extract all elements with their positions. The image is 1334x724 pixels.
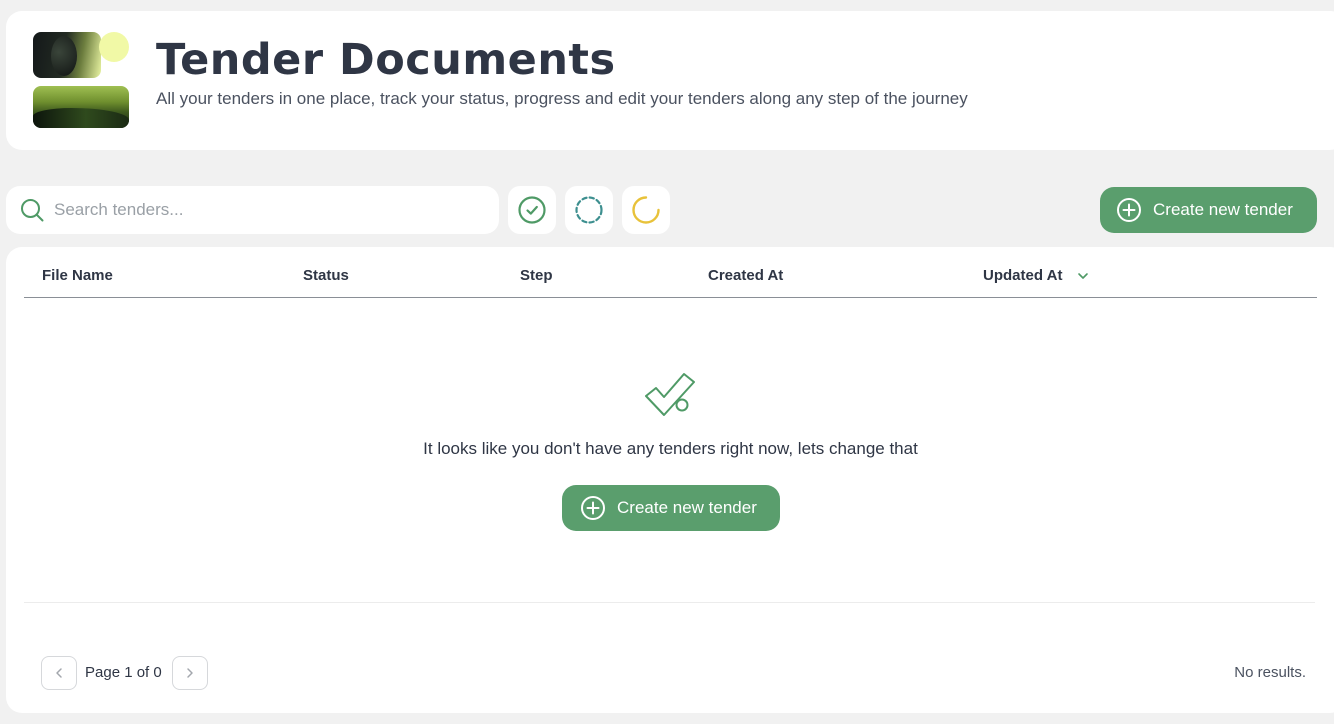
- search-box[interactable]: [6, 186, 499, 234]
- loading-circle-icon: [632, 196, 660, 224]
- dashed-circle-icon: [575, 196, 603, 224]
- page-indicator: Page 1 of 0: [85, 664, 162, 681]
- chevron-right-icon: [187, 668, 193, 678]
- brand-logo: [33, 32, 129, 128]
- chevron-down-icon: [1077, 273, 1088, 279]
- empty-check-icon: [645, 373, 695, 416]
- table-header-divider: [24, 297, 1317, 298]
- chevron-left-icon: [56, 668, 62, 678]
- create-tender-button-label: Create new tender: [1153, 200, 1293, 219]
- plus-circle-icon: [581, 496, 605, 520]
- logo-image-top: [33, 32, 101, 78]
- filter-in-progress-button[interactable]: [622, 186, 670, 234]
- filter-draft-button[interactable]: [565, 186, 613, 234]
- tenders-table: File Name Status Step Created At Updated…: [6, 247, 1334, 713]
- column-header-step[interactable]: Step: [520, 267, 553, 284]
- empty-state-message: It looks like you don't have any tenders…: [423, 439, 918, 458]
- column-header-status[interactable]: Status: [303, 267, 349, 284]
- table-footer-divider: [24, 602, 1315, 603]
- plus-circle-icon: [1117, 198, 1141, 222]
- column-header-created-at[interactable]: Created At: [708, 267, 783, 284]
- check-circle-icon: [518, 196, 546, 224]
- column-header-file-name[interactable]: File Name: [42, 267, 113, 284]
- header-card: Tender Documents All your tenders in one…: [6, 11, 1334, 150]
- filter-completed-button[interactable]: [508, 186, 556, 234]
- create-tender-button[interactable]: Create new tender: [1100, 187, 1317, 233]
- column-header-updated-at[interactable]: Updated At: [983, 267, 1089, 284]
- column-header-updated-at-label: Updated At: [983, 267, 1063, 284]
- empty-create-tender-button-label: Create new tender: [617, 498, 757, 517]
- page-title: Tender Documents: [156, 35, 616, 85]
- empty-create-tender-button[interactable]: Create new tender: [562, 485, 780, 531]
- logo-image-bottom: [33, 86, 129, 128]
- page-subtitle: All your tenders in one place, track you…: [156, 89, 968, 108]
- next-page-button[interactable]: [172, 656, 208, 690]
- results-count: No results.: [1234, 664, 1306, 681]
- search-icon: [21, 199, 44, 222]
- search-input[interactable]: [54, 186, 484, 234]
- previous-page-button[interactable]: [41, 656, 77, 690]
- logo-sun-shape: [99, 32, 129, 62]
